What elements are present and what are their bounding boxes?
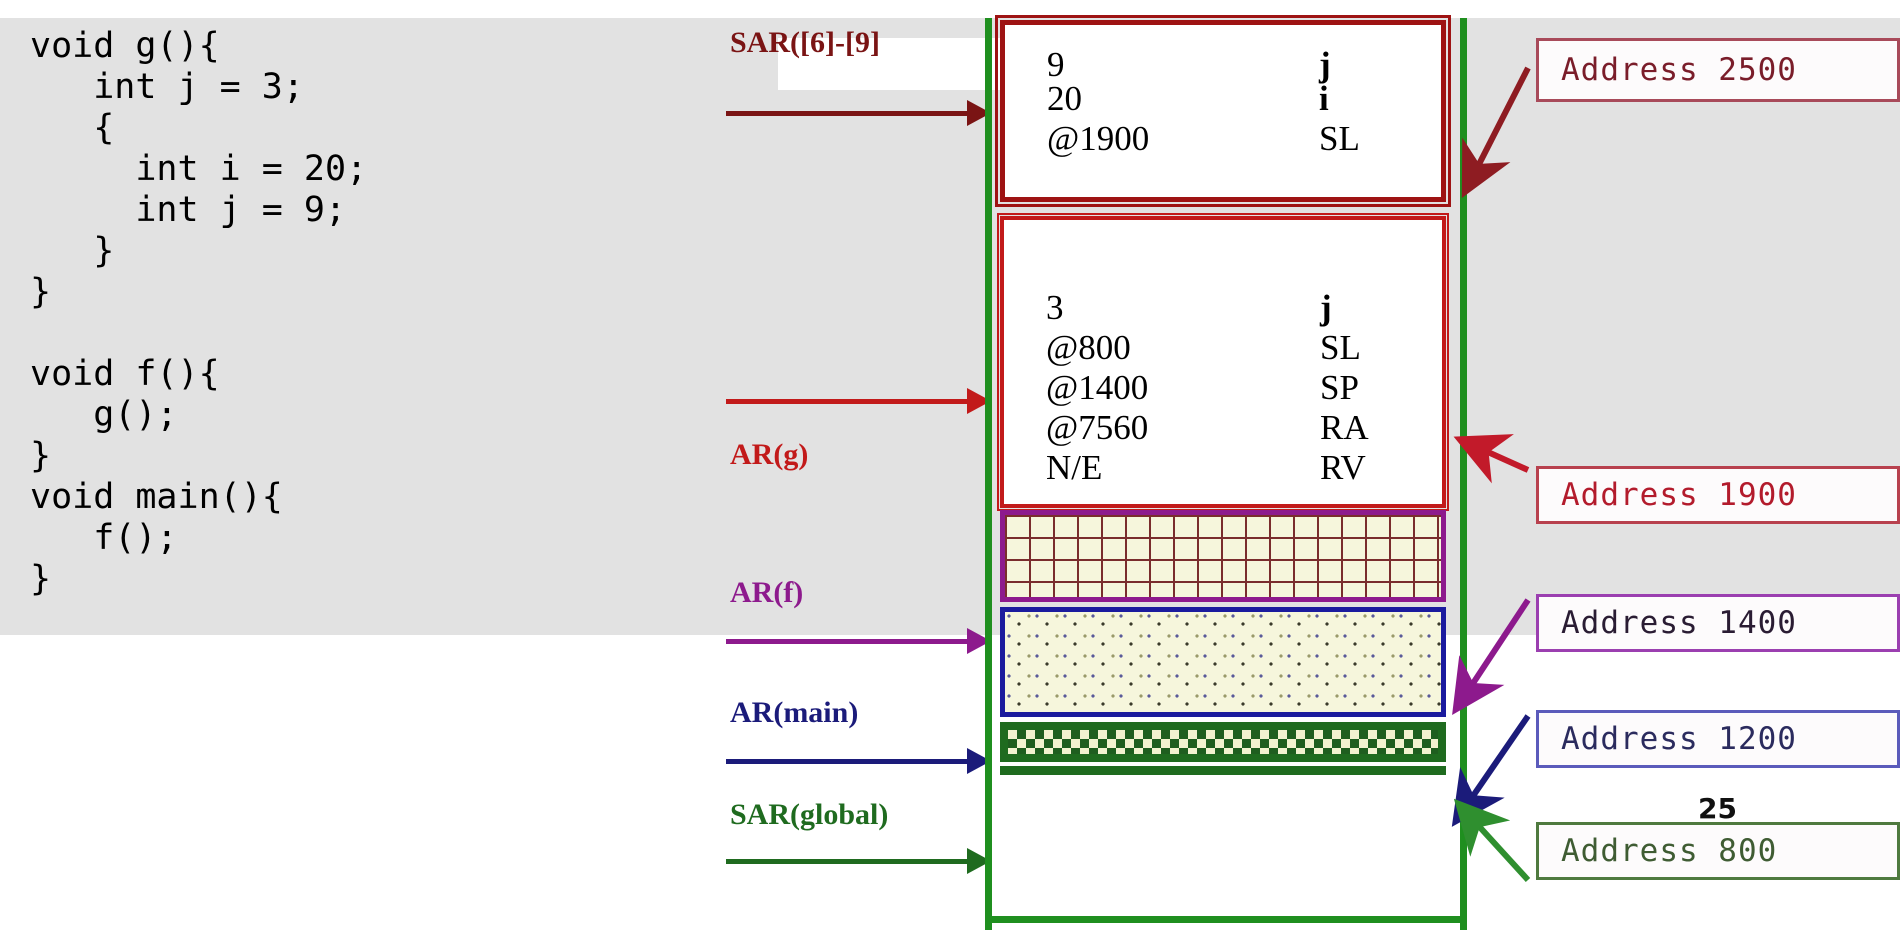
row-name: j xyxy=(1320,288,1332,327)
stack-bottom-inner-bar xyxy=(1000,766,1446,775)
row-value: 20 xyxy=(1047,79,1082,118)
row-value: @1900 xyxy=(1047,119,1150,158)
row-value: @1400 xyxy=(1046,368,1149,407)
pointer-label-sar-global: SAR(global) xyxy=(730,798,889,831)
global-value-annotation: 25 xyxy=(1698,792,1737,825)
pointer-label-ar-g: AR(g) xyxy=(730,438,809,471)
source-code-text: void g(){ int j = 3; { int i = 20; int j… xyxy=(30,26,368,599)
row-name: SL xyxy=(1320,328,1361,367)
frame-row: 20 i xyxy=(1047,79,1411,119)
diagram-canvas: void g(){ int j = 3; { int i = 20; int j… xyxy=(0,0,1900,946)
row-value: N/E xyxy=(1046,448,1103,487)
frame-ar-main-pattern xyxy=(1000,607,1446,717)
pointer-label-ar-main: AR(main) xyxy=(730,696,859,729)
address-box-1200: Address 1200 xyxy=(1536,710,1900,768)
row-value: @7560 xyxy=(1046,408,1149,447)
row-value: @800 xyxy=(1046,328,1131,367)
stack-outline-right xyxy=(1460,18,1467,930)
row-name: SL xyxy=(1319,119,1360,158)
row-value: 3 xyxy=(1046,288,1064,327)
frame-row: 3 j xyxy=(1046,288,1412,328)
pointer-arrow-ar-f xyxy=(726,628,991,654)
pointer-label-sar-block: SAR([6]-[9] xyxy=(730,26,880,59)
pointer-label-ar-f: AR(f) xyxy=(730,576,804,609)
connector-1200 xyxy=(1451,714,1531,827)
frame-sar-block: 9 j 20 i @1900 SL xyxy=(995,15,1451,207)
frame-ar-f-pattern xyxy=(1000,510,1446,602)
frame-row: N/E RV xyxy=(1046,448,1412,488)
frame-row: @1400 SP xyxy=(1046,368,1412,408)
address-box-1900: Address 1900 xyxy=(1536,466,1900,524)
frame-sar-global-pattern xyxy=(1000,722,1446,762)
address-label: Address 1900 xyxy=(1561,477,1797,513)
address-label: Address 2500 xyxy=(1561,52,1797,88)
pointer-arrow-ar-g xyxy=(726,388,991,414)
address-label: Address 1400 xyxy=(1561,605,1797,641)
frame-row: @800 SL xyxy=(1046,328,1412,368)
address-box-1400: Address 1400 xyxy=(1536,594,1900,652)
pointer-arrow-sar-block xyxy=(726,100,991,126)
row-name: RV xyxy=(1320,448,1366,487)
frame-row: @7560 RA xyxy=(1046,408,1412,448)
stack-column: 9 j 20 i @1900 SL 3 j @800 SL @1400 SP @… xyxy=(985,15,1467,930)
address-box-800: Address 800 xyxy=(1536,822,1900,880)
row-name: RA xyxy=(1320,408,1369,447)
pointer-arrow-sar-global xyxy=(726,848,991,874)
frame-ar-g: 3 j @800 SL @1400 SP @7560 RA N/E RV xyxy=(997,213,1449,511)
connector-800 xyxy=(1453,798,1531,883)
source-code-panel: void g(){ int j = 3; { int i = 20; int j… xyxy=(0,18,778,635)
row-name: i xyxy=(1319,79,1329,118)
stack-bottom-bar xyxy=(985,916,1467,923)
frame-row: @1900 SL xyxy=(1047,119,1411,159)
stack-outline-left xyxy=(985,18,992,930)
address-label: Address 800 xyxy=(1561,833,1778,869)
row-name: SP xyxy=(1320,368,1359,407)
address-label: Address 1200 xyxy=(1561,721,1797,757)
address-box-2500: Address 2500 xyxy=(1536,38,1900,102)
pointer-arrow-ar-main xyxy=(726,748,991,774)
